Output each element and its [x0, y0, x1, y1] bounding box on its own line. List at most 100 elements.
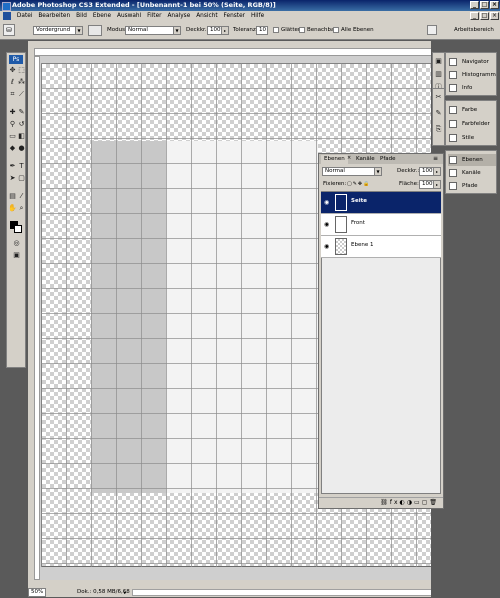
tab-paths[interactable]: Pfade — [377, 155, 399, 164]
document-menu-icon[interactable] — [3, 12, 11, 20]
all-layers-checkbox[interactable] — [333, 27, 339, 33]
horizontal-scrollbar[interactable] — [132, 589, 457, 596]
eraser-icon[interactable]: ▭ — [8, 132, 17, 141]
menu-bearbeiten[interactable]: Bearbeiten — [36, 11, 72, 21]
color-panel-button[interactable]: Farbe — [448, 104, 496, 116]
menu-auswahl[interactable]: Auswahl — [115, 11, 143, 21]
eye-icon[interactable]: ◉ — [324, 199, 329, 206]
layer-thumbnail — [335, 216, 347, 233]
magic-wand-icon[interactable]: ⁂ — [17, 78, 26, 87]
layer-row-front[interactable]: ◉ Front — [321, 214, 441, 236]
layers-panel-button[interactable]: Ebenen — [448, 154, 496, 166]
maximize-button[interactable]: □ — [480, 1, 489, 9]
histogram-panel-button[interactable]: Histogramm — [448, 69, 496, 81]
menu-datei[interactable]: Datei — [15, 11, 34, 21]
tool-panel-icon[interactable] — [427, 25, 437, 35]
paint-bucket-icon[interactable]: ⛁ — [3, 24, 15, 36]
fill-source-select[interactable]: Vordergrund ▼ — [33, 26, 83, 35]
doc-restore-button[interactable]: □ — [480, 12, 489, 20]
close-button[interactable]: × — [490, 1, 499, 9]
info-panel-button[interactable]: Info — [448, 82, 496, 94]
lock-icons[interactable]: ▢✎✥🔒 — [347, 181, 370, 187]
contiguous-checkbox[interactable] — [299, 27, 305, 33]
chevron-down-icon: ▼ — [374, 168, 381, 175]
smooth-checkbox[interactable] — [273, 27, 279, 33]
fill-input[interactable]: 100% ▸ — [419, 180, 441, 189]
clone-source-icon[interactable]: ⎘ — [434, 125, 443, 134]
status-bar: 50% Dok.: 0,58 MB/6,68 MB ▸ — [28, 588, 461, 597]
swatches-panel-button[interactable]: Farbfelder — [448, 118, 496, 130]
dodge-icon[interactable]: ● — [17, 144, 26, 153]
layer-opacity-input[interactable]: 100% ▸ — [419, 167, 441, 176]
shape-icon[interactable]: ▢ — [17, 174, 26, 183]
navigator-icon[interactable]: ▣ — [434, 57, 443, 66]
panel-group-color: Farbe Farbfelder Stile — [445, 100, 497, 146]
quick-mask-icon[interactable]: ◎ — [12, 239, 21, 248]
eye-icon[interactable]: ◉ — [324, 243, 329, 250]
blend-mode-select[interactable]: Normal ▼ — [322, 167, 382, 176]
notes-icon[interactable]: ▤ — [8, 192, 17, 201]
menu-analyse[interactable]: Analyse — [165, 11, 192, 21]
background-color-swatch[interactable] — [14, 225, 22, 233]
mode-select[interactable]: Normal ▼ — [125, 26, 181, 35]
channels-panel-button[interactable]: Kanäle — [448, 167, 496, 179]
type-icon[interactable]: T — [17, 162, 26, 171]
tolerance-input[interactable]: 10 — [256, 26, 268, 35]
layers-panel-tabs: Ebenen × Kanäle Pfade ≡ — [319, 154, 443, 164]
eye-icon[interactable]: ◉ — [324, 221, 329, 228]
doc-close-button[interactable]: × — [490, 12, 499, 20]
navigator-panel-button[interactable]: Navigator — [448, 56, 496, 68]
menu-fenster[interactable]: Fenster — [222, 11, 248, 21]
zoom-icon[interactable]: ⌕ — [17, 204, 26, 213]
layer-row-seite[interactable]: ◉ Seite — [321, 192, 441, 214]
hand-icon[interactable]: ✋ — [8, 204, 17, 213]
color-panel-icon — [449, 106, 457, 114]
pattern-picker[interactable] — [88, 25, 102, 36]
toolbox: Ps ✥ ⬚ ℓ ⁂ ⌗ ⟋ ✚ ✎ ⚲ ↺ ▭ ◧ ◆ ● ✒ T ➤ ▢ ▤… — [6, 52, 26, 368]
move-icon[interactable]: ✥ — [8, 66, 17, 75]
fill-label: Fläche: — [399, 181, 419, 187]
brush-icon[interactable]: ✎ — [17, 108, 26, 117]
eyedropper-icon[interactable]: ⁄ — [17, 192, 26, 201]
lasso-icon[interactable]: ℓ — [8, 78, 17, 87]
tool-presets-icon[interactable]: ✂ — [434, 93, 443, 102]
all-layers-label: Alle Ebenen — [341, 27, 374, 33]
pen-icon[interactable]: ✒ — [8, 162, 17, 171]
tab-layers[interactable]: Ebenen — [321, 155, 348, 164]
close-tab-icon[interactable]: × — [347, 155, 351, 161]
path-selection-icon[interactable]: ➤ — [8, 174, 17, 183]
layer-opacity-label: Deckkr.: — [397, 168, 420, 174]
menu-ansicht[interactable]: Ansicht — [194, 11, 219, 21]
brushes-icon[interactable]: ✎ — [434, 109, 443, 118]
stamp-icon[interactable]: ⚲ — [8, 120, 17, 129]
menu-ebene[interactable]: Ebene — [91, 11, 113, 21]
gradient-icon[interactable]: ◧ — [17, 132, 26, 141]
menu-bild[interactable]: Bild — [74, 11, 89, 21]
tab-channels[interactable]: Kanäle — [353, 155, 378, 164]
styles-panel-button[interactable]: Stile — [448, 132, 496, 144]
icon-column-2: ✂ ✎ ⎘ — [432, 88, 445, 146]
histogram-panel-icon — [449, 71, 457, 79]
marquee-icon[interactable]: ⬚ — [17, 66, 26, 75]
minimize-button[interactable]: _ — [470, 1, 479, 9]
doc-minimize-button[interactable]: _ — [470, 12, 479, 20]
histogram-icon[interactable]: ▥ — [434, 70, 443, 79]
menu-hilfe[interactable]: Hilfe — [249, 11, 266, 21]
menu-filter[interactable]: Filter — [145, 11, 163, 21]
slice-icon[interactable]: ⟋ — [17, 90, 26, 99]
zoom-field[interactable]: 50% — [28, 588, 46, 597]
channels-panel-icon — [449, 169, 457, 177]
panel-menu-icon[interactable]: ≡ — [433, 155, 438, 162]
history-brush-icon[interactable]: ↺ — [17, 120, 26, 129]
crop-icon[interactable]: ⌗ — [8, 90, 17, 99]
opacity-input[interactable]: 100% ▸ — [207, 26, 229, 35]
title-bar: Adobe Photoshop CS3 Extended - [Unbenann… — [0, 0, 500, 11]
workspace-button[interactable]: Arbeitsbereich — [454, 26, 494, 35]
screen-mode-icon[interactable]: ▣ — [12, 251, 21, 260]
blur-icon[interactable]: ◆ — [8, 144, 17, 153]
paths-panel-button[interactable]: Pfade — [448, 180, 496, 192]
layers-footer-buttons[interactable]: ⛓fx◐◑▭▢🗑 — [319, 497, 443, 508]
layer-row-ebene-1[interactable]: ◉ Ebene 1 — [321, 236, 441, 258]
healing-icon[interactable]: ✚ — [8, 108, 17, 117]
swatches-panel-icon — [449, 120, 457, 128]
